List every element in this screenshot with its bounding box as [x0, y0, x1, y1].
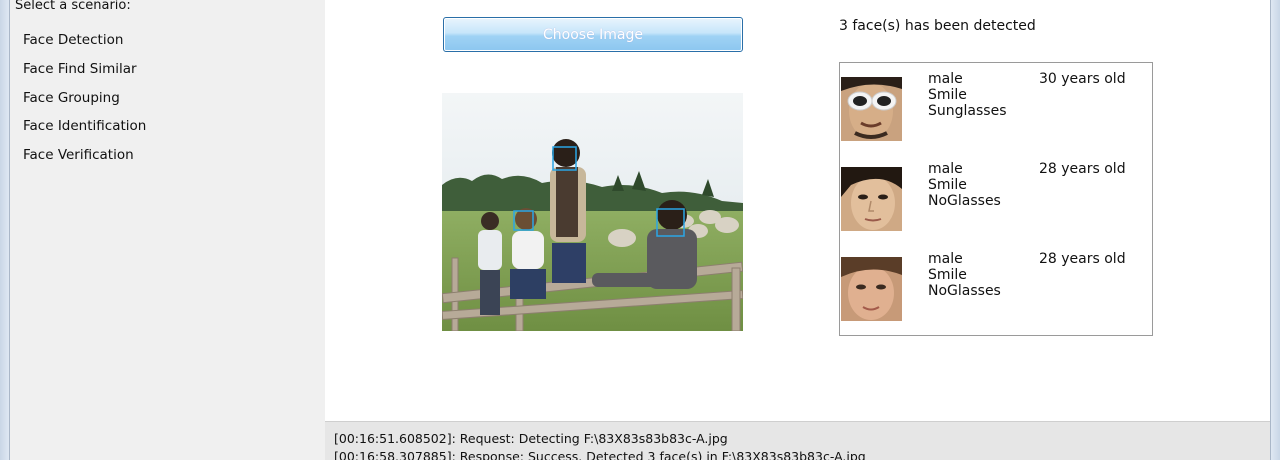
face-thumbnail [841, 167, 902, 231]
photo-scene [442, 93, 743, 331]
log-line-request: [00:16:51.608502]: Request: Detecting F:… [334, 431, 728, 446]
sidebar: Select a scenario: Face Detection Face F… [10, 0, 325, 460]
face-gender: male [928, 71, 963, 87]
face-glasses: Sunglasses [928, 103, 1007, 119]
list-item[interactable]: male Smile NoGlasses 28 years old [840, 243, 1152, 333]
window-frame-right [1270, 0, 1280, 460]
face-attributes: male Smile NoGlasses [928, 251, 1001, 299]
sidebar-item-face-verification[interactable]: Face Verification [23, 146, 146, 175]
clipped-instruction-text [455, 0, 755, 2]
face-gender: male [928, 161, 963, 177]
face-glasses: NoGlasses [928, 193, 1001, 209]
window-frame-left [0, 0, 10, 460]
sidebar-item-face-detection[interactable]: Face Detection [23, 31, 146, 60]
face-thumbnail [841, 257, 902, 321]
face-expression: Smile [928, 177, 967, 193]
sidebar-item-face-identification[interactable]: Face Identification [23, 117, 146, 146]
face-gender: male [928, 251, 963, 267]
detection-status-text: 3 face(s) has been detected [839, 18, 1036, 34]
face-results-list: male Smile Sunglasses 30 years old male … [839, 62, 1153, 336]
face-attributes: male Smile Sunglasses [928, 71, 1006, 119]
sidebar-title: Select a scenario: [15, 0, 131, 13]
log-line-response: [00:16:58.307885]: Response: Success. De… [334, 449, 866, 460]
face-glasses: NoGlasses [928, 283, 1001, 299]
face-age: 30 years old [1039, 71, 1126, 87]
log-panel: [00:16:51.608502]: Request: Detecting F:… [325, 421, 1270, 460]
face-attributes: male Smile NoGlasses [928, 161, 1001, 209]
face-age: 28 years old [1039, 161, 1126, 177]
face-thumbnail [841, 77, 902, 141]
sidebar-item-face-find-similar[interactable]: Face Find Similar [23, 60, 146, 89]
face-expression: Smile [928, 87, 967, 103]
detected-photo [442, 93, 743, 331]
list-item[interactable]: male Smile Sunglasses 30 years old [840, 63, 1152, 153]
face-age: 28 years old [1039, 251, 1126, 267]
scenario-list: Face Detection Face Find Similar Face Gr… [23, 31, 146, 175]
list-item[interactable]: male Smile NoGlasses 28 years old [840, 153, 1152, 243]
sidebar-item-face-grouping[interactable]: Face Grouping [23, 89, 146, 118]
choose-image-button[interactable]: Choose Image [443, 17, 743, 52]
face-expression: Smile [928, 267, 967, 283]
